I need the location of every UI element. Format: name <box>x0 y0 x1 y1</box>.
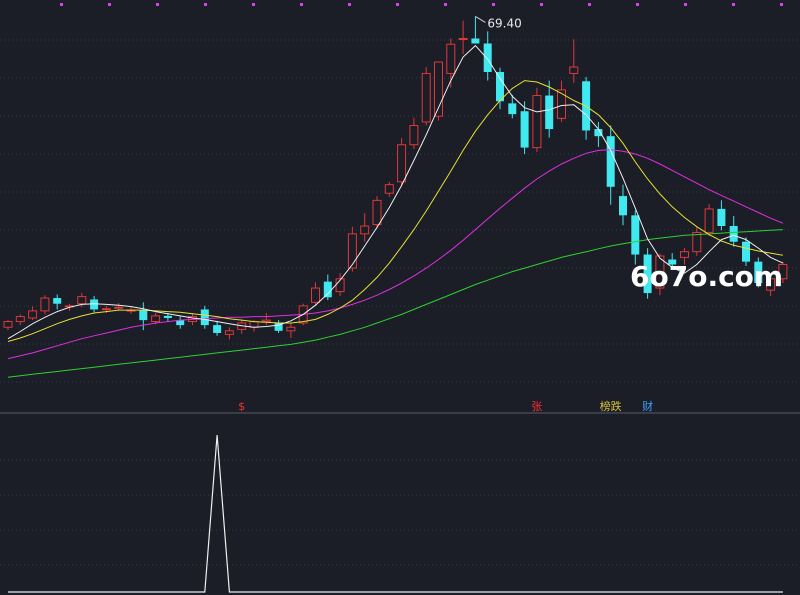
top-dot <box>108 3 111 6</box>
marker-label: $ <box>238 400 245 413</box>
candle-body-up <box>421 72 431 123</box>
candle-body-down <box>606 136 615 187</box>
top-dot <box>348 3 351 6</box>
candle-body-up <box>704 208 714 233</box>
candle-body-up <box>458 38 468 41</box>
marker-label: 财 <box>642 399 653 413</box>
candle-body-up <box>569 66 579 74</box>
candle-body-up <box>15 316 25 323</box>
top-dot <box>588 3 591 6</box>
candle-body-down <box>53 298 62 304</box>
top-dot <box>252 3 255 6</box>
top-dot <box>444 3 447 6</box>
top-dot <box>396 3 399 6</box>
candle-body-up <box>224 330 234 335</box>
candle-body-down <box>631 215 640 255</box>
candle-body-down <box>619 196 627 216</box>
candle-body-down <box>213 325 222 333</box>
marker-label: 榜跌 <box>600 399 622 413</box>
candle-body-up <box>101 308 111 311</box>
candle-body-up <box>114 306 124 309</box>
candle-body-up <box>261 319 271 323</box>
candle-body-down <box>90 299 99 310</box>
candle-body-up <box>28 310 38 319</box>
candle-body-down <box>717 208 726 227</box>
marker-label: 张 <box>531 400 542 413</box>
top-dot <box>156 3 159 6</box>
chart-background <box>0 0 800 595</box>
watermark-text: 6o7o.com <box>630 260 783 293</box>
candle-body-down <box>483 43 492 73</box>
candle-body-up <box>151 315 161 323</box>
candle-body-down <box>163 315 172 318</box>
top-dot <box>684 3 687 6</box>
candle-body-up <box>409 124 419 146</box>
candle-body-up <box>446 43 456 74</box>
top-dot <box>300 3 303 6</box>
candle-body-down <box>496 72 504 102</box>
candle-body-down <box>508 103 517 115</box>
candle-body-down <box>729 226 738 242</box>
candle-body-down <box>200 309 209 326</box>
top-dot <box>732 3 735 6</box>
candle-body-up <box>680 251 689 258</box>
candle-body-up <box>77 296 87 305</box>
top-dot <box>780 3 783 6</box>
candle-body-down <box>594 129 603 137</box>
stock-chart: 69.40 6o7o.com $ 张 榜跌 财 <box>0 0 800 595</box>
high-price-text: 69.40 <box>487 16 521 30</box>
candle-body-up <box>557 89 566 119</box>
candle-body-up <box>249 321 259 328</box>
candle-body-down <box>545 95 554 130</box>
candle-body-up <box>692 231 702 253</box>
candle-body-down <box>323 281 332 298</box>
candle-body-up <box>347 233 357 269</box>
candle-body-up <box>360 225 370 235</box>
candle-body-up <box>3 321 13 328</box>
top-dot <box>204 3 207 6</box>
candle-body-down <box>520 111 529 148</box>
candle-body-down <box>471 38 480 44</box>
top-dot <box>540 3 543 6</box>
candle-body-up <box>372 199 382 226</box>
top-dot <box>60 3 63 6</box>
candle-body-down <box>139 310 148 321</box>
candle-body-up <box>40 297 50 312</box>
candle-body-up <box>311 287 320 303</box>
candle-body-up <box>397 144 407 183</box>
candle-body-up <box>286 326 296 332</box>
candle-body-up <box>532 95 542 149</box>
candle-body-down <box>742 241 750 262</box>
candle-body-up <box>384 184 394 194</box>
top-dot <box>492 3 495 6</box>
top-dot <box>636 3 639 6</box>
